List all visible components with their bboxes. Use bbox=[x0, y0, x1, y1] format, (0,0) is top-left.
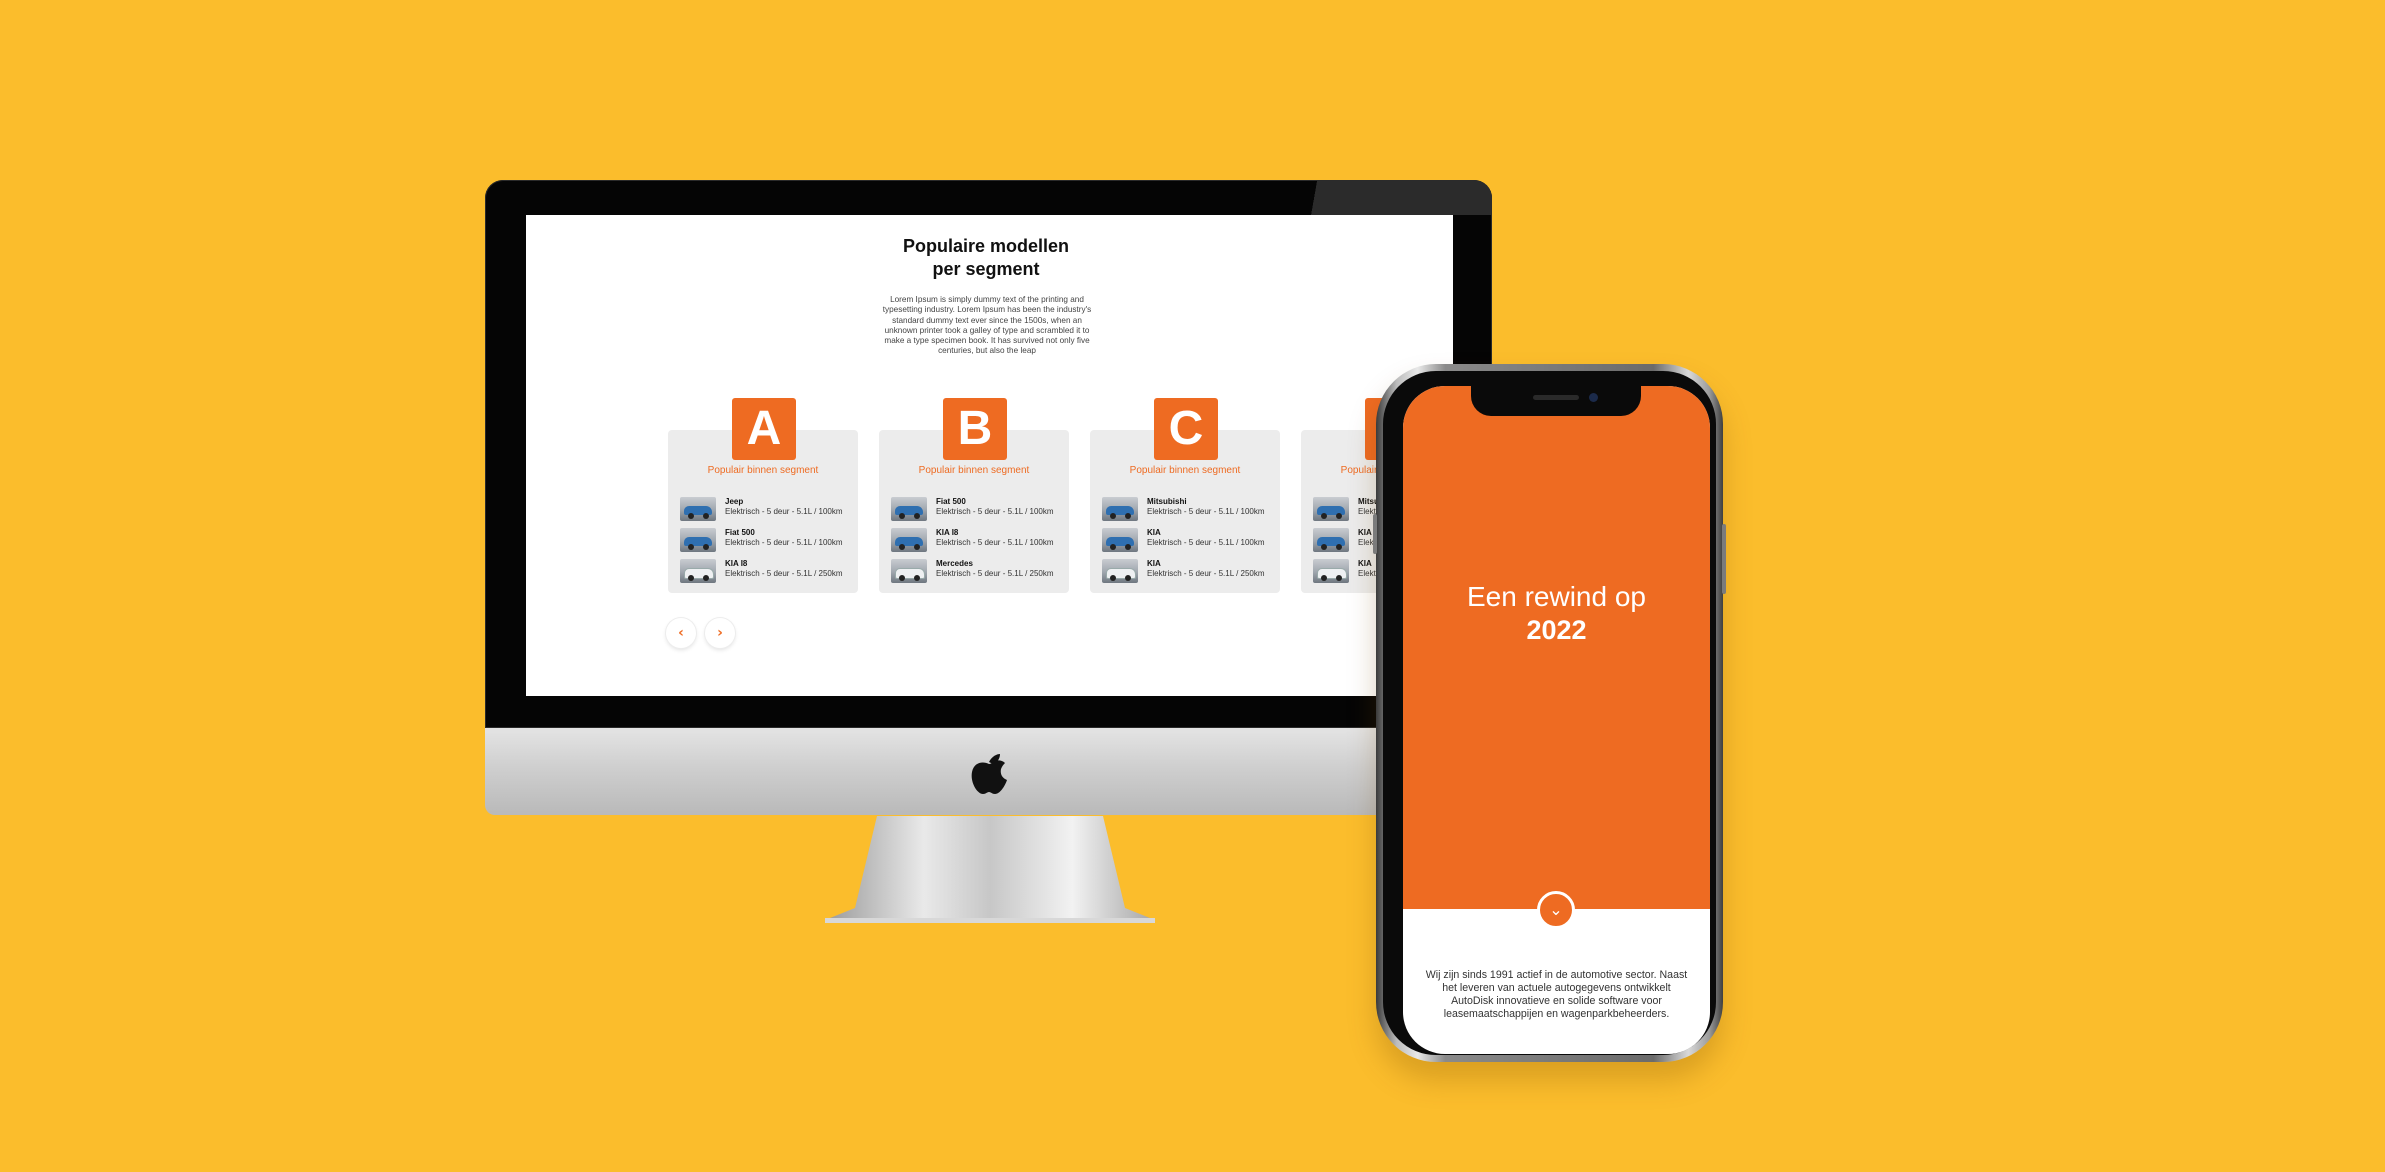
segment-card[interactable]: B Populair binnen segment Fiat 500 Elektris… bbox=[879, 398, 1069, 593]
car-list-item[interactable]: KIAElektrisch - 5 deur - 5.1L / 100km bbox=[1102, 528, 1280, 554]
speaker-grille bbox=[1533, 395, 1579, 400]
desktop-screen: Populaire modellen per segment Lorem Ips… bbox=[526, 215, 1453, 696]
car-thumbnail bbox=[680, 528, 716, 552]
segment-letter-badge: A bbox=[732, 398, 796, 460]
segment-subtitle: Populair binnen segment bbox=[1129, 465, 1241, 476]
carousel-next-button[interactable]: › bbox=[705, 618, 735, 648]
car-thumbnail bbox=[680, 559, 716, 583]
car-name: Mercedes bbox=[936, 559, 973, 568]
car-thumbnail bbox=[1313, 528, 1349, 552]
phone-notch bbox=[1471, 386, 1641, 416]
hero-heading: Een rewind op 2022 bbox=[1403, 580, 1710, 646]
chevron-down-icon: ⌄ bbox=[1549, 900, 1563, 919]
car-list-item[interactable]: Fiat 500 Elektrisch - 5 deur - 5.1L / 100… bbox=[680, 528, 858, 554]
imac-mockup: Populaire modellen per segment Lorem Ips… bbox=[485, 180, 1492, 923]
title-line-2: per segment bbox=[932, 259, 1040, 279]
car-thumbnail bbox=[1102, 559, 1138, 583]
car-thumbnail bbox=[1102, 497, 1138, 521]
car-specs: Elektrisch - 5 deur - 5.1L / 100km bbox=[1147, 507, 1265, 516]
car-list-item[interactable]: KIAElektrisch - 5 deur - 5.1L / 250km bbox=[1102, 559, 1280, 585]
hero-line-2: 2022 bbox=[1526, 615, 1587, 645]
title-line-1: Populaire modellen bbox=[902, 236, 1070, 256]
car-list-item[interactable]: Mercedes Elektrisch - 5 deur - 5.1L / 250… bbox=[891, 559, 1069, 585]
car-thumbnail bbox=[891, 528, 927, 552]
car-name: KIA bbox=[1358, 559, 1372, 568]
car-list-item[interactable]: KIA I8 Elektrisch - 5 deur - 5.1L / 100km bbox=[891, 528, 1069, 554]
mobile-screen: Een rewind op 2022 ⌄ Wij zijn sinds 1991… bbox=[1403, 386, 1710, 1054]
car-specs: Elektrisch - 5 deur - 5.1L / 250km bbox=[936, 569, 1054, 578]
segment-subtitle: Populair binnen segment bbox=[707, 465, 819, 476]
power-button bbox=[1722, 524, 1726, 594]
segment-letter-badge: B bbox=[943, 398, 1007, 460]
chevron-left-icon: ‹ bbox=[678, 625, 684, 641]
car-name: Jeep bbox=[725, 497, 744, 506]
car-list-item[interactable]: Fiat 500 Elektrisch - 5 deur - 5.1L / 100… bbox=[891, 497, 1069, 523]
imac-bezel: Populaire modellen per segment Lorem Ips… bbox=[485, 180, 1492, 728]
apple-logo-icon bbox=[971, 754, 1007, 794]
car-specs: Elektrisch - 5 deur - 5.1L / 100km bbox=[725, 538, 843, 547]
car-thumbnail bbox=[1313, 497, 1349, 521]
car-thumbnail bbox=[1102, 528, 1138, 552]
chevron-right-icon: › bbox=[717, 625, 723, 641]
car-name: KIA bbox=[1358, 528, 1372, 537]
car-thumbnail bbox=[1313, 559, 1349, 583]
car-name: Fiat 500 bbox=[725, 528, 755, 537]
phone-frame: Een rewind op 2022 ⌄ Wij zijn sinds 1991… bbox=[1383, 371, 1716, 1055]
car-list-item[interactable]: KIA I8 Elektrisch - 5 deur - 5.1L / 250km bbox=[680, 559, 858, 585]
page-title: Populaire modellen per segment bbox=[806, 235, 1166, 281]
car-list-item[interactable]: Jeep Elektrisch - 5 deur - 5.1L / 100km bbox=[680, 497, 858, 523]
front-camera bbox=[1589, 393, 1598, 402]
volume-button bbox=[1373, 514, 1377, 554]
imac-chin bbox=[485, 728, 1492, 815]
iphone-mockup: Een rewind op 2022 ⌄ Wij zijn sinds 1991… bbox=[1373, 364, 1726, 1062]
car-name: Mitsubishi bbox=[1147, 497, 1187, 506]
car-thumbnail bbox=[680, 497, 716, 521]
scroll-down-button[interactable]: ⌄ bbox=[1537, 891, 1575, 929]
carousel-prev-button[interactable]: ‹ bbox=[666, 618, 696, 648]
bezel-glare bbox=[1272, 180, 1492, 215]
car-specs: Elektrisch - 5 deur - 5.1L / 250km bbox=[1147, 569, 1265, 578]
car-name: KIA bbox=[1147, 528, 1161, 537]
car-list-item[interactable]: MitsubishiElektrisch - 5 deur - 5.1L / 1… bbox=[1102, 497, 1280, 523]
segment-card[interactable]: A Populair binnen segment Jeep Elektrisch -… bbox=[668, 398, 858, 593]
car-specs: Elektrisch - 5 deur - 5.1L / 250km bbox=[725, 569, 843, 578]
hero-section: Een rewind op 2022 bbox=[1403, 386, 1710, 909]
car-name: KIA I8 bbox=[725, 559, 748, 568]
car-thumbnail bbox=[891, 559, 927, 583]
car-thumbnail bbox=[891, 497, 927, 521]
intro-text: Lorem Ipsum is simply dummy text of the … bbox=[882, 295, 1092, 356]
imac-stand bbox=[825, 816, 1155, 923]
hero-line-1: Een rewind op bbox=[1466, 581, 1646, 612]
car-name: Fiat 500 bbox=[936, 497, 966, 506]
segment-card[interactable]: C Populair binnen segment Mitsubishi Elektr… bbox=[1090, 398, 1280, 593]
car-specs: Elektrisch - 5 deur - 5.1L / 100km bbox=[1147, 538, 1265, 547]
mobile-intro-text: Wij zijn sinds 1991 actief in de automot… bbox=[1425, 969, 1688, 1020]
segment-subtitle: Populair binnen segment bbox=[918, 465, 1030, 476]
car-specs: Elektrisch - 5 deur - 5.1L / 100km bbox=[936, 507, 1054, 516]
car-specs: Elektrisch - 5 deur - 5.1L / 100km bbox=[725, 507, 843, 516]
car-specs: Elektrisch - 5 deur - 5.1L / 100km bbox=[936, 538, 1054, 547]
car-name: KIA bbox=[1147, 559, 1161, 568]
car-name: KIA I8 bbox=[936, 528, 959, 537]
segment-letter-badge: C bbox=[1154, 398, 1218, 460]
